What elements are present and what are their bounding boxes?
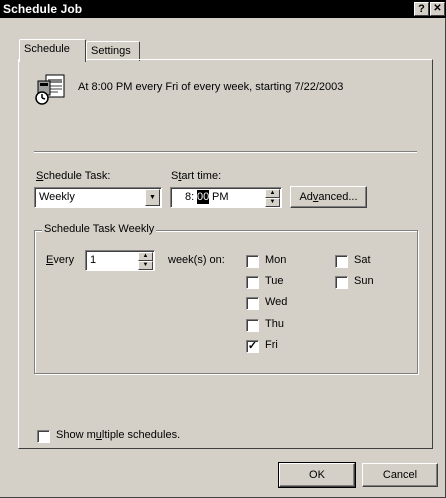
schedule-job-dialog: Schedule Job ? ✕ Schedule Settings At 8:… — [0, 0, 446, 498]
close-button[interactable]: ✕ — [430, 2, 445, 16]
separator — [34, 151, 417, 153]
tab-schedule-label: Schedule — [24, 43, 70, 55]
day-label: Fri — [265, 339, 278, 351]
every-label: Every — [46, 254, 75, 266]
tab-schedule[interactable]: Schedule — [19, 39, 86, 62]
schedule-summary-text: At 8:00 PM every Fri of every week, star… — [78, 81, 344, 93]
start-time-minute[interactable]: 00 — [197, 190, 210, 204]
spin-up-icon[interactable]: ▲ — [265, 189, 280, 198]
day-label: Wed — [265, 296, 288, 308]
checkbox[interactable] — [246, 319, 259, 332]
scheduled-task-icon — [34, 72, 68, 106]
checkbox[interactable] — [335, 255, 348, 268]
every-weeks-stepper[interactable]: 1 ▲ ▼ — [85, 250, 155, 271]
schedule-task-dropdown[interactable]: Weekly ▼ — [34, 187, 162, 208]
checkbox[interactable] — [335, 276, 348, 289]
checkbox[interactable] — [246, 276, 259, 289]
day-label: Mon — [265, 254, 287, 266]
start-time-ampm[interactable]: PM — [212, 191, 229, 203]
tab-settings-label: Settings — [91, 45, 131, 57]
spin-down-icon[interactable]: ▼ — [138, 261, 153, 270]
group-legend: Schedule Task Weekly — [42, 223, 157, 235]
start-time-label: Start time: — [171, 170, 222, 182]
window-title: Schedule Job — [3, 2, 83, 16]
start-time-field[interactable]: 8: 00 PM ▲ ▼ — [170, 187, 282, 208]
schedule-task-label: Schedule Task: — [36, 170, 111, 182]
start-time-hour[interactable]: 8: — [185, 191, 194, 203]
chevron-down-icon[interactable]: ▼ — [145, 189, 160, 206]
ok-button[interactable]: OK — [279, 463, 355, 487]
advanced-button[interactable]: Advanced... — [290, 186, 367, 208]
cancel-button[interactable]: Cancel — [362, 463, 438, 487]
checkbox[interactable] — [37, 430, 50, 443]
help-button[interactable]: ? — [414, 2, 429, 16]
spin-down-icon[interactable]: ▼ — [265, 198, 280, 207]
checkbox[interactable] — [246, 255, 259, 268]
weeks-on-label: week(s) on: — [168, 254, 225, 266]
checkbox[interactable] — [246, 297, 259, 310]
title-bar[interactable]: Schedule Job ? ✕ — [0, 0, 446, 18]
day-label: Thu — [265, 318, 284, 330]
day-label: Sun — [354, 275, 374, 287]
day-label: Tue — [265, 275, 284, 287]
day-label: Sat — [354, 254, 371, 266]
schedule-task-value: Weekly — [39, 191, 75, 203]
checkbox-checked[interactable]: ✓ — [246, 340, 259, 353]
spin-up-icon[interactable]: ▲ — [138, 252, 153, 261]
show-multiple-label: Show multiple schedules. — [56, 429, 181, 441]
every-value: 1 — [90, 254, 97, 266]
tab-settings[interactable]: Settings — [86, 41, 140, 61]
